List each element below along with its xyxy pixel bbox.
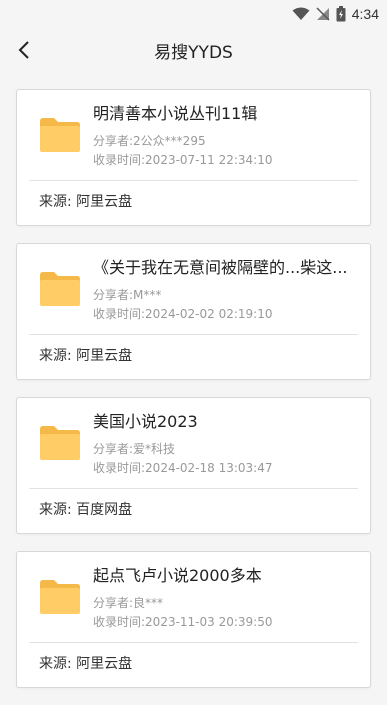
item-title: 美国小说2023 [93, 412, 198, 431]
card-divider [29, 180, 358, 181]
item-sharer: 分享者:M*** [93, 288, 162, 302]
item-time: 收录时间:2024-02-02 02:19:10 [93, 307, 273, 321]
result-card[interactable]: 起点飞卢小说2000多本 分享者:良*** 收录时间:2023-11-03 20… [16, 551, 371, 688]
item-time: 收录时间:2023-11-03 20:39:50 [93, 615, 273, 629]
battery-icon [336, 6, 346, 22]
wifi-icon [292, 7, 310, 20]
status-icons: 4:34 [292, 4, 379, 24]
status-bar: 4:34 [0, 0, 387, 28]
card-divider [29, 334, 358, 335]
folder-icon [40, 118, 80, 152]
no-signal-icon [316, 7, 330, 21]
item-source: 来源: 阿里云盘 [39, 656, 133, 672]
folder-icon [40, 426, 80, 460]
item-sharer: 分享者:良*** [93, 596, 164, 610]
result-list: 明清善本小说丛刊11辑 分享者:2公众***295 收录时间:2023-07-1… [16, 89, 371, 705]
card-divider [29, 488, 358, 489]
item-source: 来源: 阿里云盘 [39, 194, 133, 210]
item-sharer: 分享者:爱*科技 [93, 442, 176, 456]
result-card[interactable]: 明清善本小说丛刊11辑 分享者:2公众***295 收录时间:2023-07-1… [16, 89, 371, 226]
status-time: 4:34 [351, 6, 379, 22]
item-source: 来源: 阿里云盘 [39, 348, 133, 364]
item-time: 收录时间:2023-07-11 22:34:10 [93, 153, 273, 167]
item-time: 收录时间:2024-02-18 13:03:47 [93, 461, 273, 475]
item-title: 起点飞卢小说2000多本 [93, 566, 262, 585]
app-bar: 易搜YYDS [0, 28, 387, 72]
item-title: 《关于我在无意间被隔壁的...柴这... [93, 258, 348, 277]
folder-icon [40, 272, 80, 306]
item-sharer: 分享者:2公众***295 [93, 134, 206, 148]
folder-icon [40, 580, 80, 614]
card-divider [29, 642, 358, 643]
item-title: 明清善本小说丛刊11辑 [93, 104, 258, 123]
item-source: 来源: 百度网盘 [39, 502, 133, 518]
result-card[interactable]: 《关于我在无意间被隔壁的...柴这... 分享者:M*** 收录时间:2024-… [16, 243, 371, 380]
result-card[interactable]: 美国小说2023 分享者:爱*科技 收录时间:2024-02-18 13:03:… [16, 397, 371, 534]
page-title: 易搜YYDS [154, 43, 233, 63]
